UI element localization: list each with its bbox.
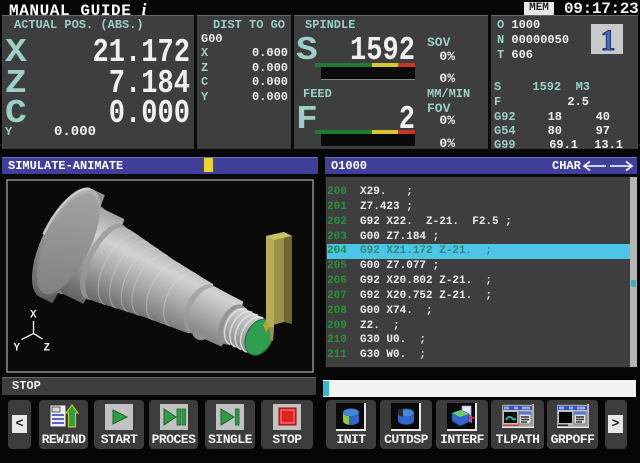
- svg-text:1: 1: [601, 24, 616, 55]
- svg-text:Z: Z: [44, 343, 51, 355]
- svg-text:Y: Y: [14, 343, 21, 355]
- svg-text:X: X: [30, 310, 37, 322]
